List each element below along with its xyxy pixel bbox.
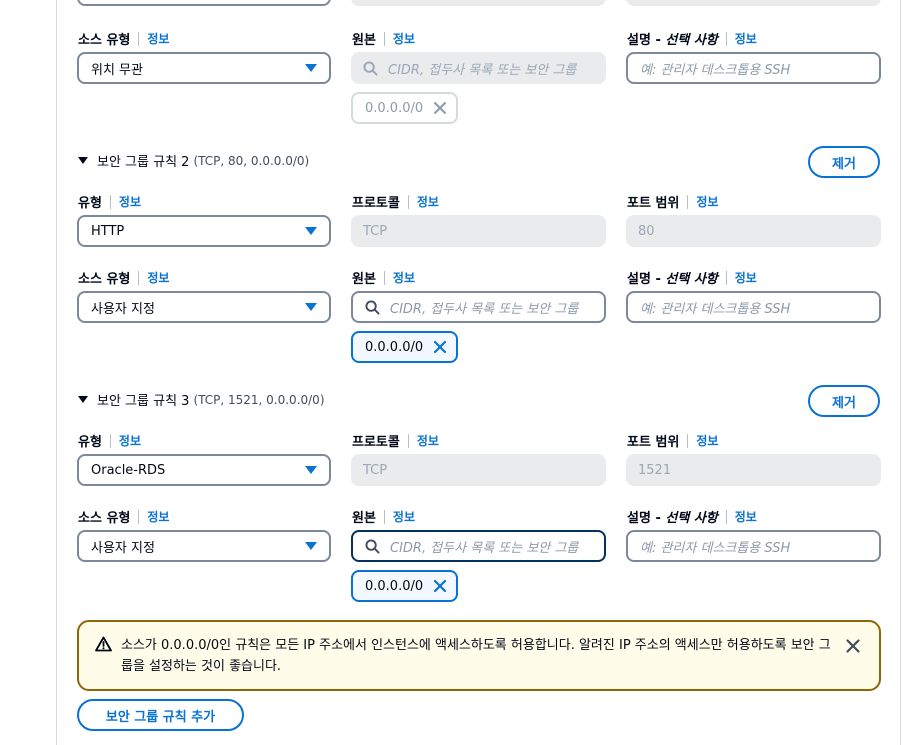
port-range-input: 80 [626, 215, 881, 247]
info-link[interactable]: 정보 [417, 193, 439, 210]
caret-down-icon [305, 466, 317, 474]
info-link[interactable]: 정보 [393, 508, 415, 525]
rule-2-header[interactable]: 보안 그룹 규칙 2 (TCP, 80, 0.0.0.0/0) [78, 151, 309, 170]
protocol-input: TCP [351, 454, 606, 486]
source-type-select[interactable]: 사용자 지정 [77, 530, 331, 562]
description-label: 설명 - 선택 사항 정보 [627, 269, 757, 287]
source-search-input[interactable]: CIDR, 접두사 목록 또는 보안 그룹 [351, 291, 606, 323]
remove-rule-2-button[interactable]: 제거 [808, 146, 880, 178]
close-icon [433, 101, 447, 115]
close-icon[interactable] [433, 579, 447, 593]
port-range-input: 1521 [626, 454, 881, 486]
remove-rule-3-button[interactable]: 제거 [808, 385, 880, 417]
info-link[interactable]: 정보 [696, 193, 718, 210]
caret-down-icon [305, 64, 317, 72]
caret-down-icon [305, 303, 317, 311]
add-security-group-rule-button[interactable]: 보안 그룹 규칙 추가 [77, 699, 244, 731]
warning-icon [95, 636, 112, 656]
info-link[interactable]: 정보 [147, 30, 169, 47]
source-search-input: CIDR, 접두사 목록 또는 보안 그룹 [351, 52, 606, 84]
search-icon [365, 538, 380, 554]
search-icon [363, 60, 378, 76]
source-token: 0.0.0.0/0 [351, 92, 458, 124]
info-link[interactable]: 정보 [735, 269, 757, 286]
source-type-label: 소스 유형 정보 [78, 269, 170, 287]
protocol-label: 프로토콜 정보 [352, 193, 439, 211]
protocol-input: TCP [351, 215, 606, 247]
type-select[interactable]: HTTP [77, 215, 331, 247]
alert-message: 소스가 0.0.0.0/0인 규칙은 모든 IP 주소에서 인스턴스에 액세스하… [121, 638, 831, 674]
protocol-label: 프로토콜 정보 [352, 432, 439, 450]
close-icon[interactable] [433, 340, 447, 354]
port-range-label: 포트 범위 정보 [627, 193, 719, 211]
description-label: 설명 - 선택 사항 정보 [627, 508, 757, 526]
rule-3-header[interactable]: 보안 그룹 규칙 3 (TCP, 1521, 0.0.0.0/0) [78, 390, 325, 409]
close-icon[interactable] [845, 638, 861, 658]
source-type-select[interactable]: 사용자 지정 [77, 291, 331, 323]
source-label: 원본 정보 [352, 30, 416, 48]
description-label: 설명 - 선택 사항 정보 [627, 30, 757, 48]
previous-field-stub [351, 0, 606, 6]
source-label: 원본 정보 [352, 269, 416, 287]
info-link[interactable]: 정보 [735, 508, 757, 525]
info-link[interactable]: 정보 [119, 193, 141, 210]
panel-left-border [56, 0, 57, 745]
source-token: 0.0.0.0/0 [351, 570, 458, 602]
source-type-select[interactable]: 위치 무관 [77, 52, 331, 84]
info-link[interactable]: 정보 [393, 30, 415, 47]
source-search-input[interactable]: CIDR, 접두사 목록 또는 보안 그룹 [351, 530, 606, 562]
info-link[interactable]: 정보 [393, 269, 415, 286]
previous-field-stub [77, 0, 331, 6]
type-label: 유형 정보 [78, 193, 142, 211]
description-input[interactable]: 예: 관리자 데스크톱용 SSH [626, 530, 881, 562]
previous-field-stub [626, 0, 881, 6]
description-input[interactable]: 예: 관리자 데스크톱용 SSH [626, 52, 881, 84]
source-label: 원본 정보 [352, 508, 416, 526]
type-select[interactable]: Oracle-RDS [77, 454, 331, 486]
caret-down-icon [305, 227, 317, 235]
info-link[interactable]: 정보 [735, 30, 757, 47]
caret-down-icon [78, 396, 88, 403]
info-link[interactable]: 정보 [417, 432, 439, 449]
warning-alert: 소스가 0.0.0.0/0인 규칙은 모든 IP 주소에서 인스턴스에 액세스하… [77, 620, 881, 691]
info-link[interactable]: 정보 [147, 508, 169, 525]
caret-down-icon [78, 157, 88, 164]
caret-down-icon [305, 542, 317, 550]
info-link[interactable]: 정보 [696, 432, 718, 449]
info-link[interactable]: 정보 [119, 432, 141, 449]
info-link[interactable]: 정보 [147, 269, 169, 286]
panel-right-border [900, 0, 901, 745]
source-type-label: 소스 유형 정보 [78, 508, 170, 526]
source-token: 0.0.0.0/0 [351, 331, 458, 363]
type-label: 유형 정보 [78, 432, 142, 450]
search-icon [365, 299, 380, 315]
description-input[interactable]: 예: 관리자 데스크톱용 SSH [626, 291, 881, 323]
port-range-label: 포트 범위 정보 [627, 432, 719, 450]
source-type-label: 소스 유형 정보 [78, 30, 170, 48]
